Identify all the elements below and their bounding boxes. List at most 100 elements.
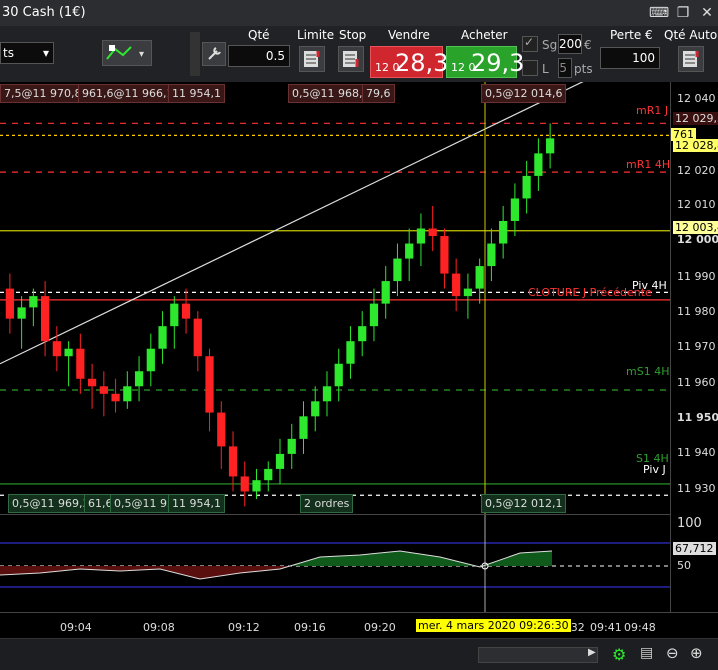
buy-label: Acheter — [461, 28, 508, 42]
horizontal-scrollbar[interactable] — [478, 647, 598, 663]
candle-body — [228, 446, 238, 477]
loss-input[interactable]: 100 — [600, 47, 660, 69]
scroll-right-icon[interactable]: ▶ — [588, 647, 602, 661]
candle-body — [381, 281, 390, 304]
candle-body — [499, 220, 508, 244]
sg-input[interactable]: 200 — [558, 34, 582, 54]
osc-positive-area — [0, 551, 552, 579]
restore-icon[interactable]: ❐ — [672, 3, 694, 23]
time-axis[interactable]: 09:04 09:08 09:12 09:16 09:20 09:32 09:4… — [0, 612, 718, 639]
candle-body — [264, 468, 273, 481]
y-tick-11950: 11 950 — [677, 411, 718, 424]
sell-label: Vendre — [388, 28, 430, 42]
chevron-down-icon: ▾ — [42, 46, 49, 60]
tag-12029: 12 029,5 — [673, 112, 718, 125]
level-mr1-4h: mR1 4H — [626, 158, 671, 171]
strategy-button[interactable]: ▾ — [102, 40, 152, 66]
candle-body — [170, 303, 179, 327]
x-tick-0912: 09:12 — [228, 621, 260, 634]
x-tick-0916: 09:16 — [294, 621, 326, 634]
order-tag-top-1[interactable]: 7,5@11 970,8 — [0, 84, 86, 103]
l-input[interactable]: 5 — [558, 58, 572, 78]
instrument-select[interactable]: ts ▾ — [0, 42, 54, 64]
limit-order-button[interactable] — [299, 46, 325, 72]
y-tick-11930: 11 930 — [677, 482, 716, 495]
candle-body — [76, 348, 85, 379]
candle-body — [193, 318, 202, 357]
candle-body — [17, 307, 26, 319]
close-icon[interactable]: ✕ — [696, 3, 718, 23]
svg-text:▾: ▾ — [139, 49, 144, 60]
x-tick-0948: 09:48 — [624, 621, 656, 634]
price-chart[interactable]: 7,5@11 970,8 961,6@11 966,1 11 954,1 0,5… — [0, 82, 670, 514]
order-tag-top-5[interactable]: 79,6 — [362, 84, 395, 103]
auto-qty-button[interactable] — [678, 46, 704, 72]
order-tag-bottom-5[interactable]: 2 ordres — [300, 494, 354, 513]
order-tag-top-2[interactable]: 961,6@11 966,1 — [78, 84, 178, 103]
pts-label: pts — [574, 62, 593, 76]
candle-body — [111, 393, 120, 402]
chart-type-icon[interactable]: ▤ — [640, 645, 653, 661]
candle-body — [522, 175, 531, 199]
candle-body — [299, 416, 308, 439]
stop-order-icon — [343, 51, 359, 67]
order-tag-top-6[interactable]: 0,5@12 014,6 — [481, 84, 567, 103]
order-tag-top-3[interactable]: 11 954,1 — [168, 84, 225, 103]
candle-body — [510, 198, 520, 221]
autoqty-label: Qté Auto — [664, 28, 718, 42]
candle-body — [40, 296, 50, 342]
osc-tick-50: 50 — [677, 559, 691, 572]
candle-body — [369, 303, 379, 327]
candle-body — [393, 258, 402, 282]
candle-body — [475, 266, 484, 289]
level-ms1-4h: mS1 4H — [626, 365, 670, 378]
tag-12028: 12 028,8 — [673, 139, 718, 152]
sell-button[interactable]: 12 0 28,3 — [370, 46, 448, 78]
candle-body — [463, 288, 473, 297]
loss-label: Perte € — [610, 28, 653, 42]
level-piv-4h: Piv 4H — [632, 279, 667, 292]
order-toolbar: ts ▾ ▾ Qté 0.5 Limite Stop Vendre Achete… — [0, 26, 718, 82]
y-tick-11940: 11 940 — [677, 446, 716, 459]
zoom-out-icon[interactable]: ⊖ — [666, 644, 679, 662]
qty-input[interactable]: 0.5 — [228, 45, 290, 67]
candle-body — [405, 243, 414, 259]
candle-body — [99, 386, 108, 394]
collapse-handle[interactable] — [190, 32, 200, 76]
wrench-icon[interactable] — [202, 42, 226, 66]
keyboard-icon[interactable]: ⌨ — [648, 3, 670, 23]
zoom-in-icon[interactable]: ⊕ — [690, 644, 703, 662]
chart-tools-icon[interactable]: ⚙ — [612, 645, 626, 664]
indicator-chart-icon: ▾ — [106, 45, 144, 60]
candle-body — [87, 378, 97, 387]
title-bar: 30 Cash (1€) ⌨ ❐ ✕ — [0, 0, 718, 26]
candle-body — [134, 371, 144, 387]
stop-order-button[interactable] — [338, 46, 364, 72]
candle-body — [440, 236, 449, 274]
instrument-select-label: ts — [3, 46, 14, 60]
y-tick-11960: 11 960 — [677, 376, 716, 389]
order-tag-bottom-4[interactable]: 11 954,1 — [168, 494, 225, 513]
x-tick-0908: 09:08 — [143, 621, 175, 634]
order-tag-bottom-1[interactable]: 0,5@11 969,3 — [8, 494, 94, 513]
buy-button[interactable]: 12 0 29,3 — [446, 46, 524, 78]
candle-body — [181, 303, 191, 319]
y-tick-12010: 12 010 — [677, 198, 716, 211]
candle-body — [158, 326, 167, 349]
order-tag-top-4[interactable]: 0,5@11 968,6 — [288, 84, 374, 103]
candle-body — [487, 243, 496, 267]
candle-body — [428, 228, 437, 237]
sg-label: Sg — [542, 38, 558, 52]
status-bar: ▶ ⚙ ▤ ⊖ ⊕ — [0, 638, 718, 670]
sell-price: 28,3 — [395, 49, 449, 77]
price-axis[interactable]: 12 040 12 029,5 761 12 028,8 12 020 12 0… — [670, 82, 718, 612]
x-tick-0904: 09:04 — [60, 621, 92, 634]
candle-body — [240, 476, 249, 492]
oscillator-panel[interactable] — [0, 514, 670, 613]
order-tag-bottom-6[interactable]: 0,5@12 012,1 — [481, 494, 567, 513]
candle-body — [123, 386, 132, 402]
window-title: 30 Cash (1€) — [2, 5, 86, 20]
candle-body — [146, 348, 155, 372]
level-mr1-j: mR1 J — [636, 104, 669, 117]
candle-body — [334, 363, 343, 387]
